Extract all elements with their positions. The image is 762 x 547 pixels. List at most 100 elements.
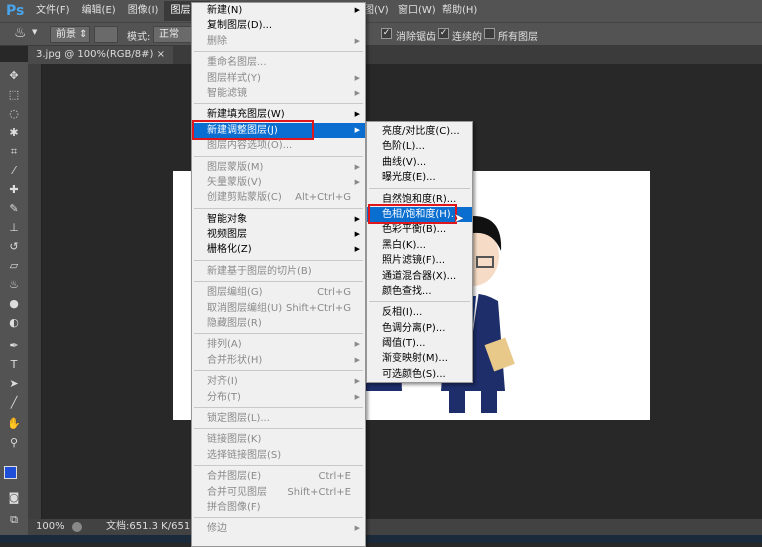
- menu-item[interactable]: 图层样式(Y) ▶: [192, 71, 365, 86]
- menu-item[interactable]: 隐藏图层(R): [192, 316, 365, 331]
- marquee-tool-icon[interactable]: ⬚: [7, 89, 21, 101]
- menu-item[interactable]: 智能对象 ▶: [192, 212, 365, 227]
- all-layers-checkbox[interactable]: [484, 28, 495, 39]
- lasso-tool-icon[interactable]: ◌: [7, 108, 21, 120]
- menu-item[interactable]: 曝光度(E)...: [367, 170, 472, 185]
- menu-item-label: 色彩平衡(B)...: [382, 224, 447, 236]
- menu-item[interactable]: 链接图层(K): [192, 432, 365, 447]
- line-tool-icon[interactable]: ╱: [7, 397, 21, 409]
- eyedropper-icon[interactable]: ⁄: [7, 165, 21, 177]
- menu-item[interactable]: 图层内容选项(O)...: [192, 138, 365, 153]
- menu-edit[interactable]: 编辑(E): [76, 1, 122, 21]
- eraser-icon[interactable]: ▱: [7, 260, 21, 272]
- menu-item-label: 阈值(T)...: [382, 338, 426, 350]
- menu-item[interactable]: 颜色查找...: [367, 284, 472, 299]
- menu-item[interactable]: 可选颜色(S)...: [367, 367, 472, 382]
- menu-item[interactable]: 矢量蒙版(V) ▶: [192, 175, 365, 190]
- paint-bucket-icon[interactable]: ♨: [14, 25, 27, 41]
- submenu-arrow-icon: ▶: [354, 355, 360, 364]
- menu-window[interactable]: 窗口(W): [392, 1, 442, 21]
- menu-item[interactable]: 复制图层(D)...: [192, 18, 365, 33]
- pen-tool-icon[interactable]: ✒: [7, 340, 21, 352]
- menu-item[interactable]: 亮度/对比度(C)...: [367, 124, 472, 139]
- menu-image[interactable]: 图像(I): [122, 1, 165, 21]
- healing-brush-icon[interactable]: ✚: [7, 184, 21, 196]
- contiguous-checkbox[interactable]: ✓: [438, 28, 449, 39]
- path-select-icon[interactable]: ➤: [7, 378, 21, 390]
- quick-mask-icon[interactable]: ◙: [7, 492, 21, 504]
- menu-item[interactable]: 新建调整图层(J) ▶: [192, 122, 365, 139]
- dodge-tool-icon[interactable]: ◐: [7, 317, 21, 329]
- menu-item[interactable]: 分布(T) ▶: [192, 390, 365, 405]
- menu-item[interactable]: 自然饱和度(R)...: [367, 192, 472, 207]
- menu-item[interactable]: 拼合图像(F): [192, 500, 365, 515]
- menu-item[interactable]: 色阶(L)...: [367, 139, 472, 154]
- menu-item[interactable]: 智能滤镜 ▶: [192, 86, 365, 101]
- menu-item[interactable]: 色调分离(P)...: [367, 321, 472, 336]
- menu-item[interactable]: 删除 ▶: [192, 34, 365, 49]
- menu-item[interactable]: 修边 ▶: [192, 521, 365, 536]
- menu-item[interactable]: 阈值(T)...: [367, 336, 472, 351]
- pattern-picker[interactable]: [94, 26, 118, 43]
- status-menu-icon[interactable]: [72, 522, 82, 532]
- hand-tool-icon[interactable]: ✋: [7, 418, 21, 430]
- menu-item[interactable]: 锁定图层(L)...: [192, 411, 365, 426]
- menu-item-label: 色相/饱和度(H)...: [382, 208, 461, 220]
- blur-tool-icon[interactable]: ●: [7, 298, 21, 310]
- fill-source-select[interactable]: 前景 ⇕: [50, 26, 90, 43]
- foreground-color-swatch[interactable]: [4, 466, 17, 479]
- menu-item[interactable]: 合并可见图层 Shift+Ctrl+E: [192, 485, 365, 500]
- menu-item[interactable]: 合并图层(E) Ctrl+E: [192, 469, 365, 484]
- menu-item[interactable]: 图层编组(G) Ctrl+G: [192, 285, 365, 300]
- menu-item[interactable]: 取消图层编组(U) Shift+Ctrl+G: [192, 301, 365, 316]
- submenu-arrow-icon: ▶: [354, 73, 360, 82]
- menu-item[interactable]: 新建基于图层的切片(B): [192, 264, 365, 279]
- menu-item-shortcut: Shift+Ctrl+E: [287, 486, 351, 498]
- menu-item[interactable]: 创建剪贴蒙版(C) Alt+Ctrl+G: [192, 190, 365, 205]
- menu-item-label: 视频图层: [207, 229, 247, 241]
- menu-item[interactable]: 通道混合器(X)...: [367, 269, 472, 284]
- type-tool-icon[interactable]: T: [7, 359, 21, 371]
- menu-item[interactable]: 反相(I)...: [367, 305, 472, 320]
- menu-item[interactable]: 视频图层 ▶: [192, 227, 365, 242]
- close-icon[interactable]: ×: [157, 49, 165, 60]
- menu-item-label: 渐变映射(M)...: [382, 353, 448, 365]
- move-tool-icon[interactable]: ✥: [7, 70, 21, 82]
- chevron-down-icon[interactable]: ▼: [32, 28, 37, 36]
- menu-item[interactable]: 曲线(V)...: [367, 155, 472, 170]
- zoom-level[interactable]: 100%: [36, 519, 65, 535]
- menu-item[interactable]: 选择链接图层(S): [192, 448, 365, 463]
- anti-alias-checkbox[interactable]: ✓: [381, 28, 392, 39]
- menu-item[interactable]: 黑白(K)...: [367, 238, 472, 253]
- magic-wand-icon[interactable]: ✱: [7, 127, 21, 139]
- menu-item[interactable]: 栅格化(Z) ▶: [192, 242, 365, 257]
- menu-item[interactable]: 对齐(I) ▶: [192, 374, 365, 389]
- crop-tool-icon[interactable]: ⌗: [7, 146, 21, 158]
- screen-mode-icon[interactable]: ⧉: [7, 514, 21, 526]
- menu-item-label: 新建基于图层的切片(B): [207, 265, 312, 277]
- menu-item-label: 删除: [207, 35, 227, 47]
- menu-help[interactable]: 帮助(H): [436, 1, 483, 21]
- menu-item[interactable]: 渐变映射(M)...: [367, 351, 472, 366]
- submenu-arrow-icon: ▶: [354, 162, 360, 171]
- all-layers-label: 所有图层: [498, 32, 538, 43]
- menu-item[interactable]: 图层蒙版(M) ▶: [192, 160, 365, 175]
- zoom-tool-icon[interactable]: ⚲: [7, 437, 21, 449]
- tab-title: 3.jpg @ 100%(RGB/8#): [36, 49, 154, 60]
- document-tab[interactable]: 3.jpg @ 100%(RGB/8#) ×: [28, 46, 174, 64]
- menu-item-label: 照片滤镜(F)...: [382, 255, 446, 267]
- brush-tool-icon[interactable]: ✎: [7, 203, 21, 215]
- stamp-tool-icon[interactable]: ⊥: [7, 222, 21, 234]
- menu-item[interactable]: 新建填充图层(W) ▶: [192, 107, 365, 122]
- menu-item[interactable]: 照片滤镜(F)...: [367, 253, 472, 268]
- menu-item[interactable]: 排列(A) ▶: [192, 337, 365, 352]
- menu-item[interactable]: 新建(N) ▶: [192, 3, 365, 18]
- menu-item[interactable]: 重命名图层...: [192, 55, 365, 70]
- menu-item[interactable]: 合并形状(H) ▶: [192, 353, 365, 368]
- history-brush-icon[interactable]: ↺: [7, 241, 21, 253]
- submenu-arrow-icon: ▶: [354, 125, 360, 134]
- menu-item-label: 锁定图层(L)...: [207, 412, 270, 424]
- paint-bucket-tool-icon[interactable]: ♨: [7, 279, 21, 291]
- menu-file[interactable]: 文件(F): [30, 1, 76, 21]
- submenu-arrow-icon: ▶: [354, 214, 360, 223]
